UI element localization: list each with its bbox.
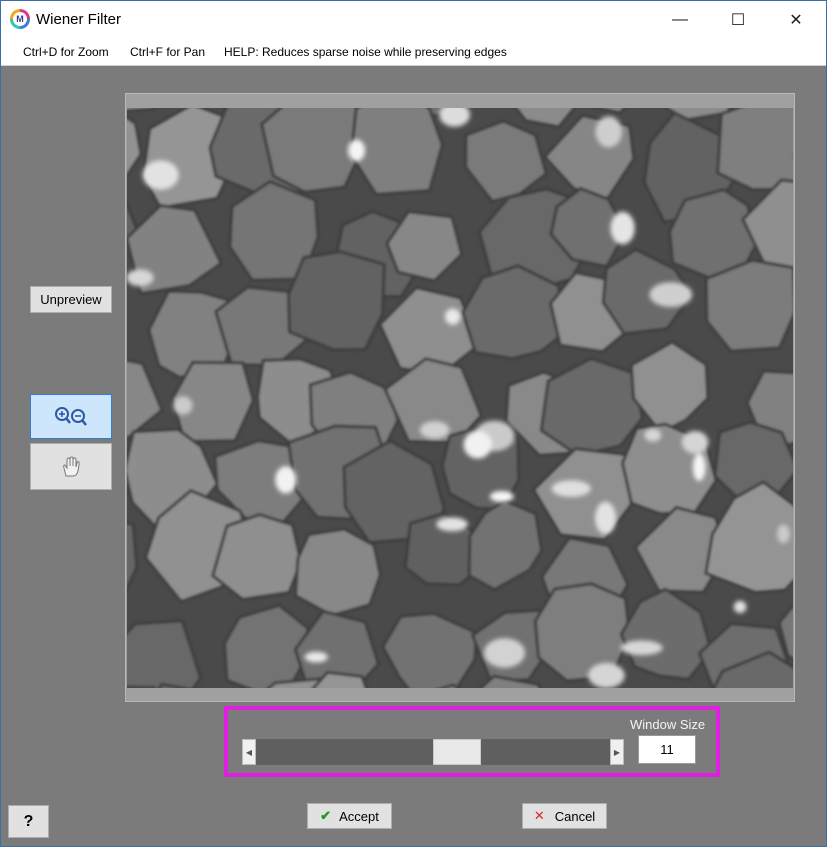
bright-spot bbox=[304, 651, 328, 663]
zoom-tool-button[interactable] bbox=[30, 394, 112, 439]
bright-spot bbox=[173, 396, 193, 415]
slider-left-arrow-icon[interactable]: ◀ bbox=[242, 739, 256, 765]
wiener-filter-window: Wiener Filter — ☐ ✕ Ctrl+D for Zoom Ctrl… bbox=[0, 0, 827, 847]
grain-cell bbox=[704, 258, 793, 353]
accept-label: Accept bbox=[339, 808, 379, 824]
slider-thumb[interactable] bbox=[433, 739, 482, 765]
zoom-shortcut-hint[interactable]: Ctrl+D for Zoom bbox=[23, 45, 109, 59]
bright-spot bbox=[681, 431, 709, 454]
bright-spot bbox=[595, 116, 622, 148]
preview-image[interactable] bbox=[127, 108, 793, 688]
bright-spot bbox=[620, 640, 663, 656]
bright-spot bbox=[733, 600, 747, 613]
title-bar[interactable]: Wiener Filter — ☐ ✕ bbox=[1, 1, 826, 39]
help-text[interactable]: HELP: Reduces sparse noise while preserv… bbox=[224, 45, 507, 59]
bright-spot bbox=[419, 421, 450, 439]
preview-frame bbox=[125, 93, 795, 702]
x-icon: ✕ bbox=[533, 808, 545, 823]
window-size-label: Window Size bbox=[630, 717, 706, 732]
maximize-button[interactable]: ☐ bbox=[709, 1, 767, 39]
bright-spot bbox=[692, 453, 706, 481]
pan-tool-button[interactable] bbox=[30, 443, 112, 490]
bright-spot bbox=[483, 638, 526, 668]
window-title: Wiener Filter bbox=[36, 11, 122, 28]
bright-spot bbox=[610, 211, 635, 245]
grain-cell bbox=[211, 513, 303, 601]
bright-spot bbox=[436, 517, 468, 532]
slider-right-arrow-icon[interactable]: ▶ bbox=[610, 739, 624, 765]
accept-button[interactable]: ✔ Accept bbox=[307, 803, 392, 829]
dialog-client-area: Unpreview Window Size 11 ◀ ▶ ✔ Accept ✕ … bbox=[1, 66, 826, 846]
bright-spot bbox=[595, 501, 616, 535]
zoom-in-out-icon bbox=[55, 406, 87, 426]
checkmark-icon: ✔ bbox=[320, 808, 332, 823]
menu-bar: Ctrl+D for Zoom Ctrl+F for Pan HELP: Red… bbox=[1, 39, 826, 66]
bright-spot bbox=[489, 491, 514, 502]
bright-spot bbox=[347, 139, 366, 162]
bright-spot bbox=[551, 480, 591, 497]
bright-spot bbox=[275, 466, 297, 494]
bright-spot bbox=[649, 282, 693, 307]
bright-spot bbox=[463, 430, 492, 459]
cancel-button[interactable]: ✕ Cancel bbox=[522, 803, 607, 829]
bright-spot bbox=[777, 524, 790, 544]
app-logo-icon bbox=[10, 9, 30, 29]
unpreview-button[interactable]: Unpreview bbox=[30, 286, 112, 313]
hand-pan-icon bbox=[63, 455, 80, 476]
grain-cell bbox=[286, 250, 386, 352]
filtered-grain-image bbox=[127, 108, 793, 688]
window-size-slider[interactable]: ◀ ▶ bbox=[242, 739, 624, 765]
grain-cell bbox=[294, 527, 382, 618]
bright-spot bbox=[588, 662, 625, 688]
help-button[interactable]: ? bbox=[8, 805, 49, 838]
minimize-button[interactable]: — bbox=[651, 1, 709, 39]
bright-spot bbox=[444, 308, 461, 325]
close-button[interactable]: ✕ bbox=[767, 1, 825, 39]
pan-shortcut-hint[interactable]: Ctrl+F for Pan bbox=[130, 45, 205, 59]
bright-spot bbox=[142, 160, 179, 190]
window-size-input[interactable]: 11 bbox=[638, 735, 696, 764]
window-size-control-highlight: Window Size 11 ◀ ▶ bbox=[224, 706, 720, 777]
cancel-label: Cancel bbox=[554, 808, 596, 824]
grain-cell bbox=[716, 108, 793, 192]
bright-spot bbox=[644, 428, 662, 442]
bright-spot bbox=[127, 269, 154, 287]
